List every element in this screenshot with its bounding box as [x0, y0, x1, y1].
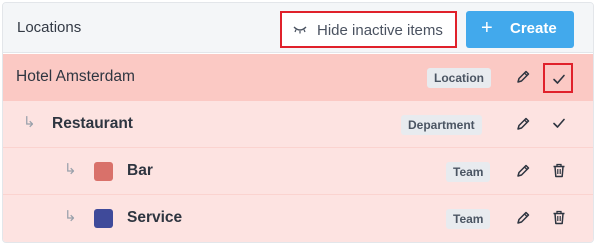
- edit-button[interactable]: [511, 159, 535, 183]
- indent-arrow-icon: ↳: [23, 114, 36, 131]
- list-item[interactable]: ↳ Service Team: [3, 195, 593, 242]
- hide-inactive-button[interactable]: Hide inactive items: [280, 11, 457, 48]
- create-button[interactable]: + Create: [466, 11, 574, 48]
- page-title: Locations: [17, 19, 82, 36]
- type-badge: Location: [427, 68, 491, 88]
- closed-eye-icon: [293, 26, 307, 34]
- edit-button[interactable]: [511, 206, 535, 230]
- edit-button[interactable]: [511, 112, 535, 136]
- color-swatch: [94, 209, 113, 228]
- delete-button[interactable]: [548, 206, 572, 230]
- type-badge: Team: [446, 209, 491, 229]
- check-icon: [553, 118, 565, 128]
- pencil-icon: [517, 211, 530, 224]
- list-item[interactable]: ↳ Restaurant Department: [3, 101, 593, 148]
- create-label: Create: [510, 20, 557, 37]
- trash-icon: [553, 163, 565, 178]
- edit-button[interactable]: [511, 65, 535, 89]
- color-swatch: [94, 162, 113, 181]
- trash-icon: [553, 210, 565, 225]
- check-button[interactable]: [543, 63, 573, 93]
- item-name: Hotel Amsterdam: [16, 68, 135, 85]
- delete-button[interactable]: [548, 159, 572, 183]
- hide-inactive-label: Hide inactive items: [317, 22, 443, 39]
- pencil-icon: [517, 70, 530, 83]
- pencil-icon: [517, 117, 530, 130]
- type-badge: Team: [446, 162, 491, 182]
- list-item[interactable]: Hotel Amsterdam Location: [3, 54, 593, 101]
- type-badge: Department: [401, 115, 482, 135]
- locations-panel: Locations Hide inactive items + Create H…: [2, 2, 594, 243]
- check-icon: [553, 74, 565, 84]
- plus-icon: +: [481, 17, 493, 39]
- indent-arrow-icon: ↳: [64, 161, 77, 178]
- list-item[interactable]: ↳ Bar Team: [3, 148, 593, 195]
- check-button[interactable]: [548, 112, 572, 136]
- panel-header: Locations Hide inactive items + Create: [3, 3, 593, 53]
- item-name: Restaurant: [52, 115, 133, 132]
- item-name: Service: [127, 209, 183, 226]
- item-name: Bar: [127, 162, 153, 179]
- indent-arrow-icon: ↳: [64, 208, 77, 225]
- pencil-icon: [517, 164, 530, 177]
